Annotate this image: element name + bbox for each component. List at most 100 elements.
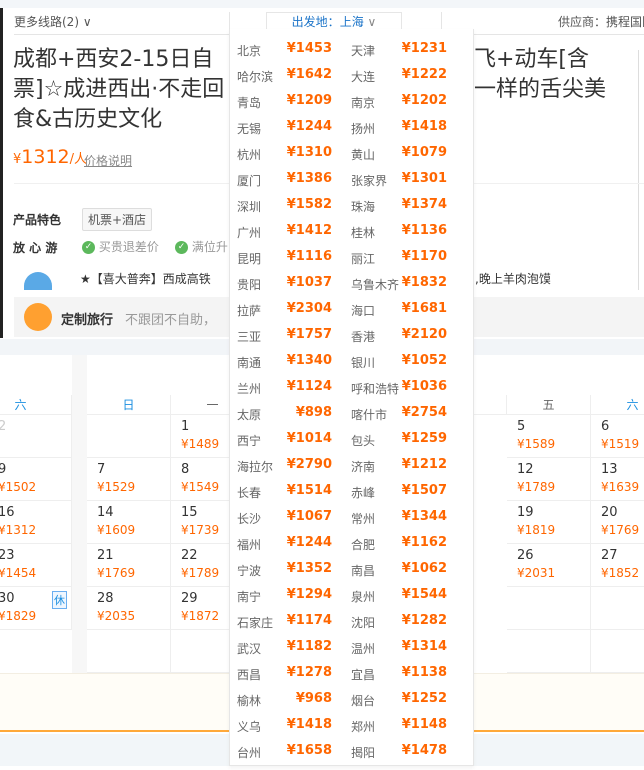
calendar-day[interactable]: 28 ¥2035 [87, 587, 171, 630]
departure-price[interactable]: ¥1259 [387, 431, 447, 446]
departure-city[interactable]: 石家庄 [237, 614, 273, 631]
departure-city[interactable]: 深圳 [237, 198, 261, 215]
departure-city[interactable]: 合肥 [351, 536, 375, 553]
departure-price[interactable]: ¥1681 [387, 301, 447, 316]
calendar-day[interactable]: 14 ¥1609 [87, 501, 171, 544]
more-routes-button[interactable]: 更多线路(2) ∨ [14, 13, 92, 30]
departure-price[interactable]: ¥1453 [272, 41, 332, 56]
departure-price[interactable]: ¥968 [272, 691, 332, 706]
departure-price[interactable]: ¥1386 [272, 171, 332, 186]
departure-city[interactable]: 义乌 [237, 718, 261, 735]
departure-city[interactable]: 桂林 [351, 224, 375, 241]
departure-city[interactable]: 兰州 [237, 380, 261, 397]
departure-price[interactable]: ¥1174 [272, 613, 332, 628]
departure-price[interactable]: ¥1294 [272, 587, 332, 602]
departure-price[interactable]: ¥1231 [387, 41, 447, 56]
calendar-day[interactable]: 16 ¥1312 [0, 501, 72, 544]
departure-price[interactable]: ¥1757 [272, 327, 332, 342]
calendar-day[interactable]: 9 ¥1502 [0, 458, 72, 501]
departure-city[interactable]: 张家界 [351, 172, 387, 189]
calendar-day[interactable]: 2 [0, 415, 72, 458]
departure-city[interactable]: 无锡 [237, 120, 261, 137]
departure-city[interactable]: 太原 [237, 406, 261, 423]
departure-city[interactable]: 榆林 [237, 692, 261, 709]
departure-price[interactable]: ¥1067 [272, 509, 332, 524]
calendar-day[interactable] [507, 630, 591, 673]
departure-city[interactable]: 海拉尔 [237, 458, 273, 475]
departure-price[interactable]: ¥1202 [387, 93, 447, 108]
departure-city[interactable]: 广州 [237, 224, 261, 241]
departure-city[interactable]: 泉州 [351, 588, 375, 605]
calendar-day[interactable]: 30 ¥1829 休 [0, 587, 72, 630]
calendar-day[interactable]: 20 ¥1769 [591, 501, 644, 544]
departure-city[interactable]: 西宁 [237, 432, 261, 449]
calendar-day[interactable] [87, 630, 171, 673]
departure-price[interactable]: ¥1374 [387, 197, 447, 212]
departure-city[interactable]: 宜昌 [351, 666, 375, 683]
departure-price[interactable]: ¥1124 [272, 379, 332, 394]
departure-price[interactable]: ¥1282 [387, 613, 447, 628]
departure-price[interactable]: ¥1507 [387, 483, 447, 498]
calendar-day[interactable] [507, 587, 591, 630]
departure-price[interactable]: ¥1052 [387, 353, 447, 368]
departure-city[interactable]: 哈尔滨 [237, 68, 273, 85]
departure-price[interactable]: ¥2790 [272, 457, 332, 472]
departure-city[interactable]: 沈阳 [351, 614, 375, 631]
calendar-day[interactable]: 12 ¥1789 [507, 458, 591, 501]
departure-price[interactable]: ¥1244 [272, 535, 332, 550]
calendar-day[interactable]: 7 ¥1529 [87, 458, 171, 501]
calendar-day[interactable]: 5 ¥1589 [507, 415, 591, 458]
departure-price[interactable]: ¥1116 [272, 249, 332, 264]
departure-city[interactable]: 长春 [237, 484, 261, 501]
departure-price[interactable]: ¥1252 [387, 691, 447, 706]
departure-city[interactable]: 温州 [351, 640, 375, 657]
departure-city[interactable]: 黄山 [351, 146, 375, 163]
calendar-day[interactable]: 21 ¥1769 [87, 544, 171, 587]
departure-price[interactable]: ¥2120 [387, 327, 447, 342]
departure-price[interactable]: ¥1162 [387, 535, 447, 550]
departure-price[interactable]: ¥1170 [387, 249, 447, 264]
departure-city[interactable]: 长沙 [237, 510, 261, 527]
departure-city[interactable]: 香港 [351, 328, 375, 345]
calendar-day[interactable]: 23 ¥1454 [0, 544, 72, 587]
departure-city[interactable]: 赤峰 [351, 484, 375, 501]
departure-price[interactable]: ¥1062 [387, 561, 447, 576]
departure-price[interactable]: ¥898 [272, 405, 332, 420]
departure-city[interactable]: 西昌 [237, 666, 261, 683]
calendar-day[interactable] [87, 415, 171, 458]
departure-price[interactable]: ¥1478 [387, 743, 447, 758]
departure-price[interactable]: ¥1314 [387, 639, 447, 654]
departure-price[interactable]: ¥1642 [272, 67, 332, 82]
departure-price[interactable]: ¥1148 [387, 717, 447, 732]
departure-price[interactable]: ¥1514 [272, 483, 332, 498]
departure-city[interactable]: 银川 [351, 354, 375, 371]
calendar-day[interactable]: 6 ¥1519 [591, 415, 644, 458]
departure-city[interactable]: 包头 [351, 432, 375, 449]
departure-city[interactable]: 拉萨 [237, 302, 261, 319]
calendar-day[interactable]: 26 ¥2031 [507, 544, 591, 587]
departure-price[interactable]: ¥1344 [387, 509, 447, 524]
departure-price[interactable]: ¥2754 [387, 405, 447, 420]
departure-price[interactable]: ¥1418 [272, 717, 332, 732]
calendar-day[interactable] [591, 587, 644, 630]
departure-city[interactable]: 昆明 [237, 250, 261, 267]
scrollbar[interactable] [638, 50, 644, 290]
departure-price[interactable]: ¥1014 [272, 431, 332, 446]
departure-price[interactable]: ¥1212 [387, 457, 447, 472]
departure-price[interactable]: ¥1244 [272, 119, 332, 134]
departure-city[interactable]: 三亚 [237, 328, 261, 345]
departure-city[interactable]: 揭阳 [351, 744, 375, 761]
departure-city[interactable]: 宁波 [237, 562, 261, 579]
departure-price[interactable]: ¥1136 [387, 223, 447, 238]
departure-city[interactable]: 厦门 [237, 172, 261, 189]
departure-price[interactable]: ¥1582 [272, 197, 332, 212]
departure-city[interactable]: 珠海 [351, 198, 375, 215]
departure-price[interactable]: ¥1412 [272, 223, 332, 238]
departure-city[interactable]: 喀什市 [351, 406, 387, 423]
departure-city[interactable]: 南京 [351, 94, 375, 111]
departure-price[interactable]: ¥1036 [387, 379, 447, 394]
departure-price[interactable]: ¥1209 [272, 93, 332, 108]
departure-price[interactable]: ¥1658 [272, 743, 332, 758]
departure-city[interactable]: 南通 [237, 354, 261, 371]
departure-city[interactable]: 大连 [351, 68, 375, 85]
